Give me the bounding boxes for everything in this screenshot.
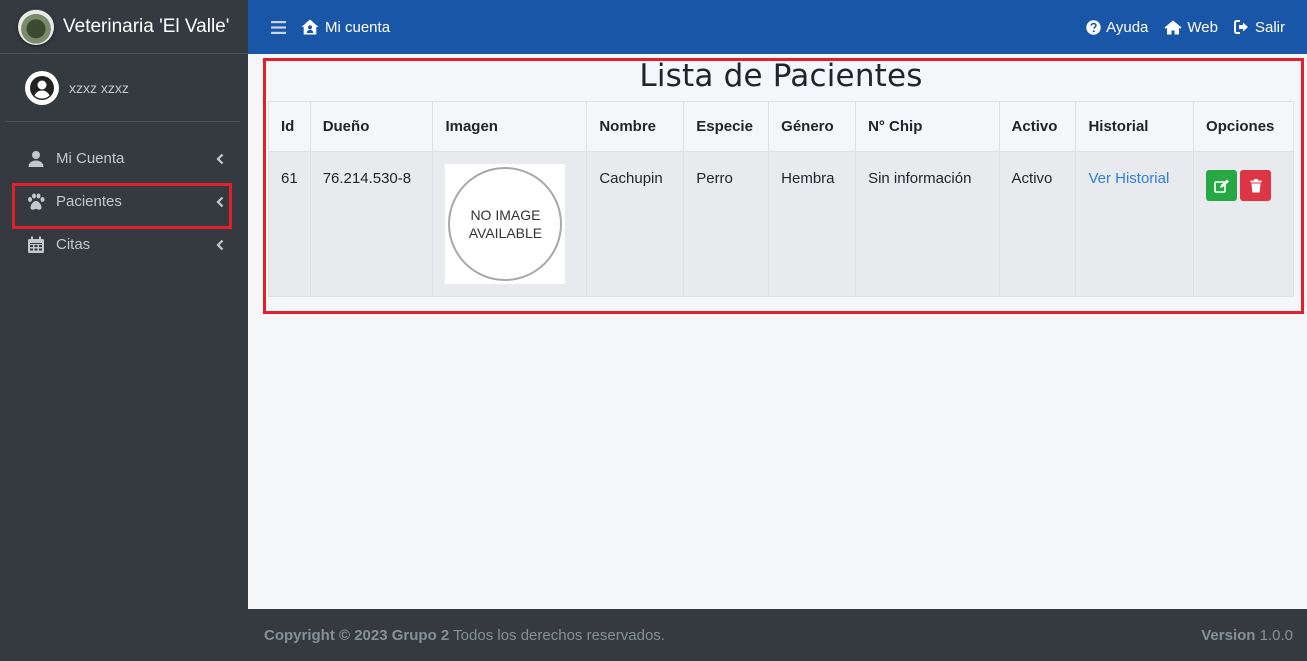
column-header-options: Opciones — [1193, 101, 1294, 152]
sign-out-icon — [1233, 20, 1248, 34]
highlight-box-pacientes — [12, 183, 232, 229]
home-icon — [1164, 20, 1182, 34]
web-link[interactable]: Web — [1164, 19, 1218, 36]
column-header-chip: N° Chip — [855, 101, 1000, 152]
my-account-link[interactable]: Mi cuenta — [301, 19, 390, 36]
table-row: 61 76.214.530-8 NO IMAGE AVAILABLE Cachu… — [268, 151, 1294, 297]
patients-table: Id Dueño Imagen Nombre Especie Género N°… — [268, 101, 1294, 297]
avatar — [25, 70, 59, 105]
patient-image: NO IMAGE AVAILABLE — [445, 164, 566, 284]
delete-button[interactable] — [1240, 170, 1272, 201]
cell-image: NO IMAGE AVAILABLE — [432, 151, 588, 297]
chevron-left-icon — [216, 152, 224, 169]
brand-title: Veterinaria 'El Valle' — [63, 15, 230, 37]
column-header-name: Nombre — [586, 101, 685, 152]
help-label: Ayuda — [1106, 18, 1149, 36]
cell-species: Perro — [683, 151, 770, 297]
footer: Copyright © 2023 Grupo 2 Todos los derec… — [248, 609, 1307, 661]
hamburger-menu-icon[interactable] — [271, 20, 286, 34]
top-navbar: Mi cuenta Ayuda Web Salir — [248, 0, 1307, 54]
no-image-text-line-1: NO IMAGE — [470, 207, 541, 223]
table-header-row: Id Dueño Imagen Nombre Especie Género N°… — [268, 101, 1294, 152]
cell-options — [1193, 151, 1294, 297]
version-number: 1.0.0 — [1259, 626, 1293, 644]
user-panel[interactable]: xzxz xzxz — [6, 54, 240, 122]
calendar-icon — [26, 235, 46, 255]
header-actions: Ayuda Web Salir — [1086, 19, 1285, 36]
page-title: Lista de Pacientes — [639, 58, 923, 94]
trash-icon — [1250, 178, 1262, 192]
logout-label: Salir — [1254, 18, 1285, 36]
cell-id: 61 — [268, 151, 311, 297]
my-account-label: Mi cuenta — [325, 18, 391, 36]
column-header-gender: Género — [768, 101, 857, 152]
rights-text: Todos los derechos reservados. — [453, 626, 665, 644]
cell-active: Activo — [998, 151, 1077, 297]
cell-chip: Sin información — [855, 151, 1000, 297]
sidebar: Veterinaria 'El Valle' xzxz xzxz Mi Cuen… — [0, 0, 248, 661]
house-user-icon — [301, 19, 319, 35]
column-header-image: Imagen — [432, 101, 588, 152]
sidebar-item-mi-cuenta[interactable]: Mi Cuenta — [0, 137, 248, 180]
column-header-active: Activo — [998, 101, 1077, 152]
footer-copyright: Copyright © 2023 Grupo 2 Todos los derec… — [264, 627, 665, 644]
brand-logo — [18, 8, 54, 45]
cell-owner: 76.214.530-8 — [309, 151, 434, 297]
version-label: Version — [1201, 626, 1256, 644]
copyright-text: Copyright © 2023 Grupo 2 — [264, 626, 450, 644]
cell-history: Ver Historial — [1075, 151, 1195, 297]
edit-icon — [1214, 179, 1230, 193]
web-label: Web — [1187, 18, 1218, 36]
help-link[interactable]: Ayuda — [1086, 19, 1148, 36]
sidebar-item-label: Citas — [56, 236, 91, 253]
user-circle-icon — [30, 75, 54, 100]
column-header-id: Id — [268, 101, 311, 152]
user-name: xzxz xzxz — [69, 79, 129, 96]
sidebar-item-label: Mi Cuenta — [56, 150, 125, 167]
no-image-placeholder: NO IMAGE AVAILABLE — [448, 167, 563, 281]
version-info: Version 1.0.0 — [1201, 627, 1293, 644]
sidebar-item-citas[interactable]: Citas — [0, 223, 248, 266]
edit-button[interactable] — [1206, 170, 1238, 201]
question-circle-icon — [1086, 19, 1101, 35]
logout-link[interactable]: Salir — [1233, 18, 1285, 36]
chevron-left-icon — [216, 238, 224, 255]
cell-gender: Hembra — [768, 151, 857, 297]
column-header-species: Especie — [683, 101, 770, 152]
view-history-link[interactable]: Ver Historial — [1088, 170, 1169, 187]
user-icon — [26, 149, 46, 169]
column-header-owner: Dueño — [309, 101, 434, 152]
no-image-text-line-2: AVAILABLE — [468, 225, 543, 241]
brand[interactable]: Veterinaria 'El Valle' — [0, 0, 248, 54]
column-header-history: Historial — [1075, 101, 1195, 152]
cell-name: Cachupin — [586, 151, 685, 297]
